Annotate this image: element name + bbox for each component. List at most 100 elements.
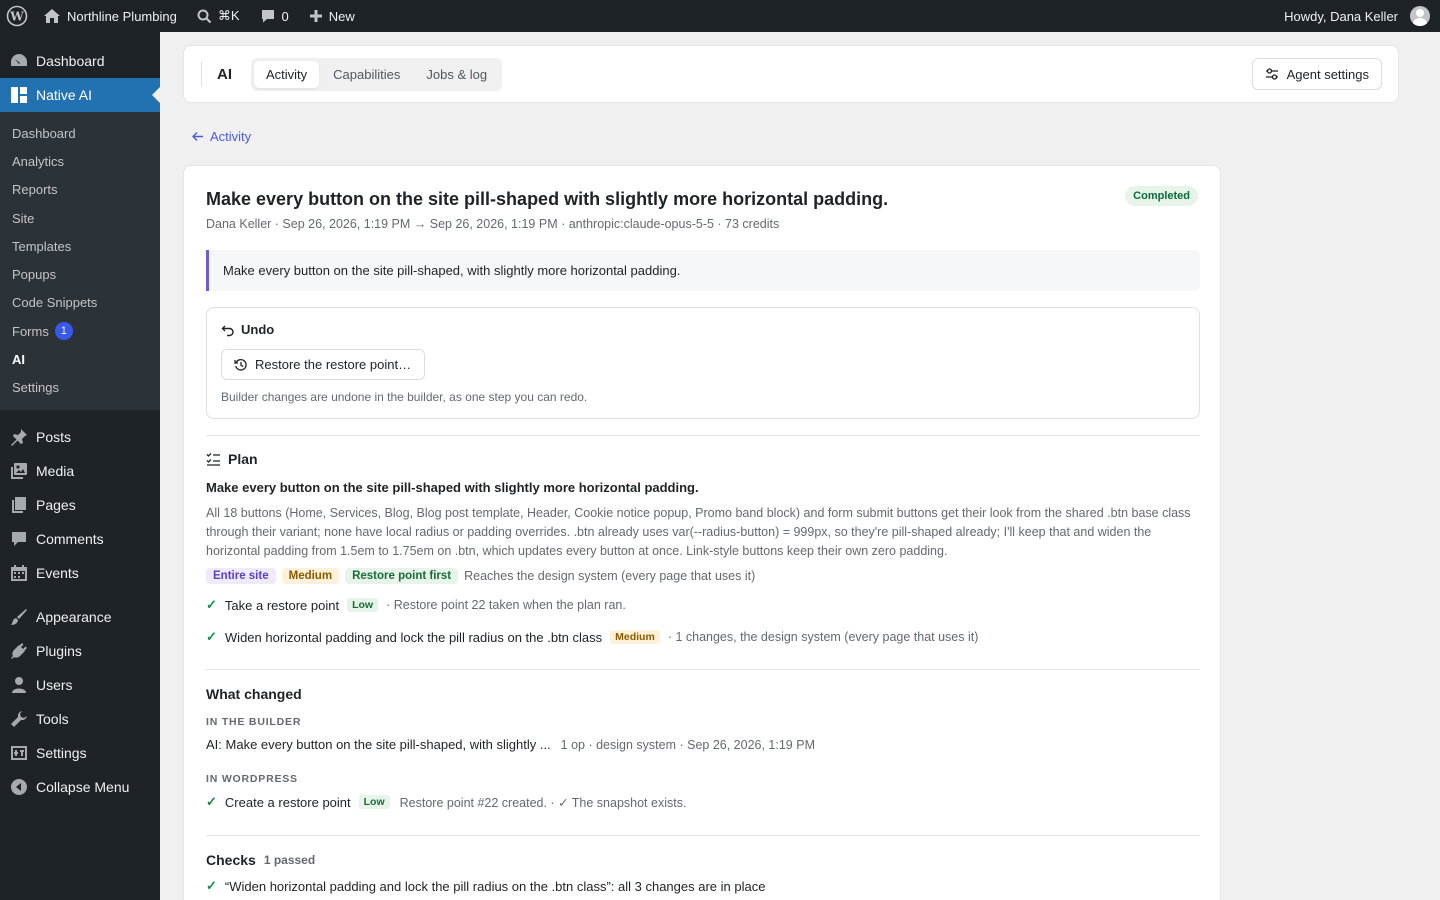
menu-collapse[interactable]: Collapse Menu xyxy=(0,770,160,804)
agent-settings-button[interactable]: Agent settings xyxy=(1251,58,1382,90)
admin-bar: W Northline Plumbing ⌘K 0 New Howdy, Dan… xyxy=(0,0,1440,32)
calendar-icon xyxy=(11,564,27,581)
collapse-icon xyxy=(11,778,27,795)
submenu-templates[interactable]: Templates xyxy=(0,232,160,260)
submenu-code-snippets[interactable]: Code Snippets xyxy=(0,289,160,317)
what-changed-heading: What changed xyxy=(206,686,302,702)
submenu-forms[interactable]: Forms 1 xyxy=(0,317,160,345)
undo-icon xyxy=(221,325,234,336)
section-title: AI xyxy=(201,62,245,86)
scope-note: Reaches the design system (every page th… xyxy=(464,569,756,583)
history-icon xyxy=(234,358,247,371)
tab-jobs-log[interactable]: Jobs & log xyxy=(414,61,499,88)
menu-comments[interactable]: Comments xyxy=(0,522,160,556)
plan-heading: Plan xyxy=(206,451,258,467)
tab-activity[interactable]: Activity xyxy=(254,60,320,88)
prompt-quote: Make every button on the site pill-shape… xyxy=(206,250,1200,291)
home-icon xyxy=(44,9,60,23)
plan-tags: Entire site Medium Restore point first R… xyxy=(206,568,755,584)
comments-link[interactable]: 0 xyxy=(252,0,297,32)
menu-events[interactable]: Events xyxy=(0,556,160,590)
submenu-site[interactable]: Site xyxy=(0,204,160,232)
risk-badge: Low xyxy=(358,795,390,809)
submenu-popups[interactable]: Popups xyxy=(0,260,160,288)
comment-icon xyxy=(12,531,26,546)
pages-icon xyxy=(12,496,26,513)
dashboard-icon xyxy=(11,54,27,66)
check-icon: ✓ xyxy=(206,597,217,612)
submenu-dashboard[interactable]: Dashboard xyxy=(0,119,160,147)
menu-users[interactable]: Users xyxy=(0,668,160,702)
plan-step: ✓ Widen horizontal padding and lock the … xyxy=(206,629,979,645)
check-icon: ✓ xyxy=(206,629,217,644)
job-detail-card: Make every button on the site pill-shape… xyxy=(183,165,1221,900)
menu-native-ai[interactable]: Native AI xyxy=(0,78,160,112)
arrow-left-icon xyxy=(192,132,203,141)
risk-tag: Medium xyxy=(281,568,340,584)
menu-dashboard[interactable]: Dashboard xyxy=(0,44,160,78)
check-row: ✓ “Widen horizontal padding and lock the… xyxy=(206,878,766,894)
search-shortcut[interactable]: ⌘K xyxy=(189,0,248,32)
wordpress-subheading: IN WORDPRESS xyxy=(206,773,298,785)
menu-plugins[interactable]: Plugins xyxy=(0,634,160,668)
settings-icon xyxy=(11,745,27,760)
plus-icon xyxy=(309,10,322,22)
svg-text:W: W xyxy=(9,10,24,24)
menu-pages[interactable]: Pages xyxy=(0,488,160,522)
checks-summary: 1 passed xyxy=(263,853,316,867)
check-icon: ✓ xyxy=(206,878,217,893)
restore-point-button[interactable]: Restore the restore point… xyxy=(221,349,426,380)
media-icon xyxy=(11,462,27,479)
plan-step: ✓ Take a restore point Low · Restore poi… xyxy=(206,597,626,613)
plug-icon xyxy=(11,642,27,659)
status-badge: Completed xyxy=(1125,186,1198,206)
menu-posts[interactable]: Posts xyxy=(0,420,160,454)
new-content-link[interactable]: New xyxy=(301,0,363,32)
site-name: Northline Plumbing xyxy=(67,8,177,24)
native-ai-submenu: Dashboard Analytics Reports Site Templat… xyxy=(0,112,160,410)
search-icon xyxy=(197,9,212,23)
check-icon: ✓ xyxy=(206,794,217,809)
back-to-activity-link[interactable]: Activity xyxy=(191,129,251,144)
divider xyxy=(206,835,1200,836)
undo-panel: Undo Restore the restore point… Builder … xyxy=(206,307,1200,419)
user-icon xyxy=(12,676,26,693)
checks-heading: Checks 1 passed xyxy=(206,852,316,868)
admin-sidebar: Dashboard Native AI Dashboard Analytics … xyxy=(0,32,160,900)
restore-tag: Restore point first xyxy=(345,568,459,584)
brush-icon xyxy=(11,608,27,625)
checklist-icon xyxy=(206,453,220,466)
menu-appearance[interactable]: Appearance xyxy=(0,600,160,634)
grid-icon xyxy=(11,87,27,103)
job-meta: Dana Keller · Sep 26, 2026, 1:19 PM → Se… xyxy=(206,217,780,231)
forms-count-badge: 1 xyxy=(54,322,73,341)
builder-change-row: AI: Make every button on the site pill-s… xyxy=(206,737,815,752)
submenu-ai[interactable]: AI xyxy=(0,345,160,373)
wordpress-change-row: ✓ Create a restore point Low Restore poi… xyxy=(206,794,687,810)
wordpress-logo-icon[interactable]: W xyxy=(0,0,35,32)
ai-header-card: AI Activity Capabilities Jobs & log Agen… xyxy=(183,45,1399,103)
job-title: Make every button on the site pill-shape… xyxy=(206,189,889,209)
site-name-link[interactable]: Northline Plumbing xyxy=(35,0,185,32)
undo-note: Builder changes are undone in the builde… xyxy=(221,390,588,404)
submenu-reports[interactable]: Reports xyxy=(0,176,160,204)
menu-tools[interactable]: Tools xyxy=(0,702,160,736)
comment-icon xyxy=(261,10,274,23)
plan-title: Make every button on the site pill-shape… xyxy=(206,480,699,495)
risk-badge: Low xyxy=(347,598,379,612)
submenu-settings[interactable]: Settings xyxy=(0,374,160,402)
sliders-icon xyxy=(1265,68,1278,80)
divider xyxy=(206,669,1200,670)
submenu-analytics[interactable]: Analytics xyxy=(0,147,160,175)
account-menu[interactable]: Howdy, Dana Keller xyxy=(1276,0,1440,32)
avatar xyxy=(1410,6,1430,26)
menu-settings[interactable]: Settings xyxy=(0,736,160,770)
tab-group: Activity Capabilities Jobs & log xyxy=(251,57,503,91)
tab-capabilities[interactable]: Capabilities xyxy=(321,61,412,88)
risk-badge: Medium xyxy=(610,630,660,644)
undo-heading: Undo xyxy=(221,322,274,337)
divider xyxy=(206,435,1200,436)
wrench-icon xyxy=(11,710,27,727)
scope-tag: Entire site xyxy=(206,568,276,584)
menu-media[interactable]: Media xyxy=(0,454,160,488)
